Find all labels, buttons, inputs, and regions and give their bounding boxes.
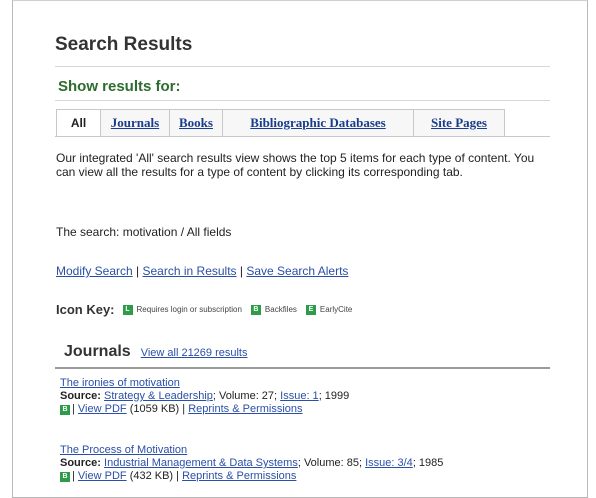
backfiles-icon: B [60,404,70,415]
results-panel [12,0,588,498]
tab-all[interactable]: All [56,109,101,137]
subheading-divider [55,100,550,101]
title-divider [55,66,550,67]
year-text: ; 1985 [412,457,444,469]
action-separator: | [132,264,143,278]
tab-journals[interactable]: Journals [101,109,170,137]
search-in-results-link[interactable]: Search in Results [143,264,237,278]
icon-key: Icon Key: L Requires login or subscripti… [56,302,361,317]
earlycite-key-text: EarlyCite [319,305,353,314]
journals-heading: Journals [64,343,131,360]
save-search-alerts-link[interactable]: Save Search Alerts [246,264,348,278]
icon-key-label: Icon Key: [56,302,115,317]
journals-divider [55,367,550,369]
page-title: Search Results [55,34,193,55]
modify-search-link[interactable]: Modify Search [56,264,133,278]
result-title-link[interactable]: The ironies of motivation [60,377,180,389]
view-all-journals-link[interactable]: View all 21269 results [141,347,248,359]
content-type-tabs: All Journals Books Bibliographic Databas… [56,109,505,137]
backfiles-key-text: Backfiles [264,305,297,314]
list-item: The Process of Motivation Source: Indust… [60,444,555,483]
login-required-key-text: Requires login or subscription [136,305,242,314]
source-label: Source: [60,390,101,402]
search-summary: The search: motivation / All fields [56,225,232,239]
action-separator: | [236,264,247,278]
year-text: ; 1999 [318,390,350,402]
tab-bibliographic-databases-link[interactable]: Bibliographic Databases [250,115,385,131]
volume-text: ; Volume: 85; [297,457,366,469]
issue-link[interactable]: Issue: 1 [280,390,319,402]
pdf-size: (1059 KB) [129,403,180,415]
journal-name-link[interactable]: Industrial Management & Data Systems [104,457,298,469]
journals-section-header: Journals View all 21269 results [64,343,248,361]
login-required-icon: L [122,304,133,315]
view-pdf-link[interactable]: View PDF [78,403,127,416]
issue-link[interactable]: Issue: 3/4 [365,457,413,469]
tab-site-pages[interactable]: Site Pages [414,109,505,137]
pdf-size: (432 KB) [129,470,174,482]
search-actions: Modify Search | Search in Results | Save… [56,264,348,278]
tab-site-pages-link[interactable]: Site Pages [431,115,487,131]
show-results-for-heading: Show results for: [58,78,181,95]
list-item: The ironies of motivation Source: Strate… [60,377,555,416]
backfiles-icon: B [250,304,261,315]
tab-journals-link[interactable]: Journals [111,115,159,131]
backfiles-icon: B [60,471,70,482]
journal-name-link[interactable]: Strategy & Leadership [104,390,213,402]
tab-baseline [55,136,550,137]
reprints-permissions-link[interactable]: Reprints & Permissions [182,470,296,483]
tab-bibliographic-databases[interactable]: Bibliographic Databases [223,109,414,137]
tab-books-link[interactable]: Books [179,115,213,131]
results-description: Our integrated 'All' search results view… [56,151,535,179]
source-label: Source: [60,457,101,469]
result-title-link[interactable]: The Process of Motivation [60,444,187,456]
volume-text: ; Volume: 27; [212,390,281,402]
reprints-permissions-link[interactable]: Reprints & Permissions [188,403,302,416]
earlycite-icon: E [305,304,316,315]
view-pdf-link[interactable]: View PDF [78,470,127,483]
separator: | [179,403,189,415]
tab-books[interactable]: Books [170,109,223,137]
tab-all-label: All [70,116,87,130]
separator: | [173,470,183,482]
